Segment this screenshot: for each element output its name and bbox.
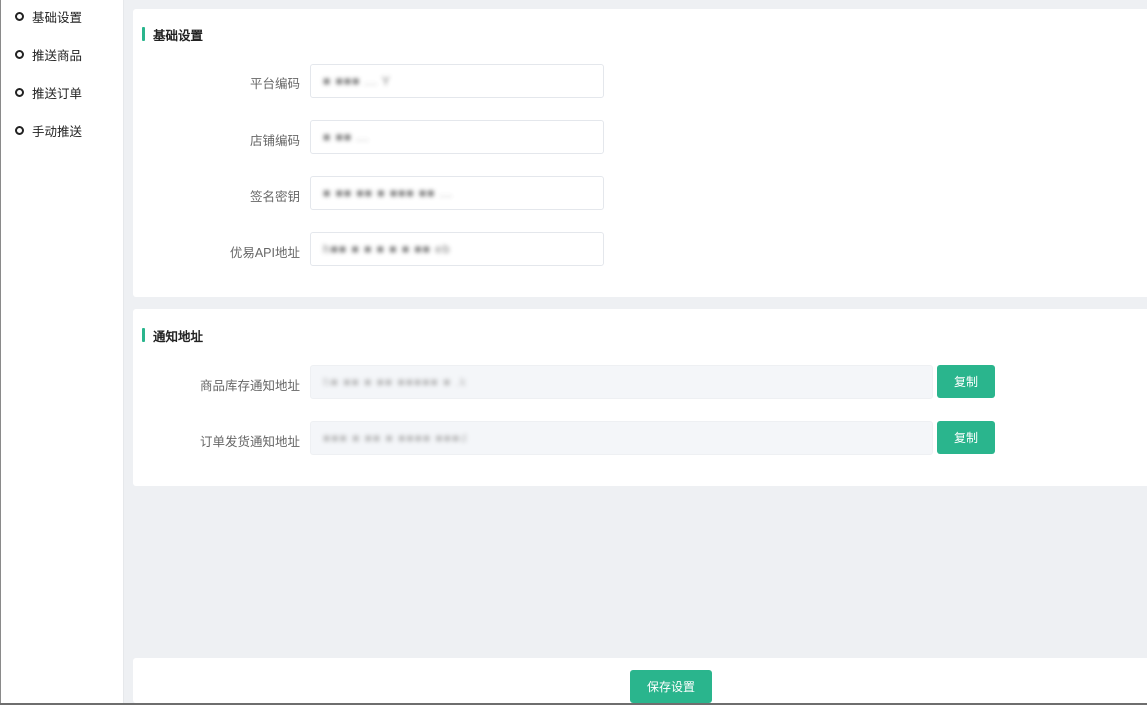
section-accent-bar (142, 27, 145, 41)
circle-icon (15, 11, 24, 21)
sidebar-item-label: 推送订单 (32, 86, 83, 101)
basic-settings-card: 基础设置 平台编码 ■ ■■■ ... Y 店铺编码 ■ ■■ ... 签名密钥… (133, 9, 1147, 297)
save-settings-button[interactable]: 保存设置 (630, 670, 712, 703)
shipping-notify-url-label: 订单发货通知地址 (199, 435, 300, 449)
stock-notify-url-label: 商品库存通知地址 (199, 379, 300, 393)
shipping-notify-url-input[interactable]: ■■■ ■ ■■ ■ ■■■■ ■■■d (310, 421, 933, 455)
copy-stock-url-button[interactable]: 复制 (937, 365, 995, 398)
sidebar-item-basic-settings[interactable]: 基础设置 (15, 6, 82, 26)
section-title: 基础设置 (142, 27, 203, 43)
footer-bar: 保存设置 (133, 658, 1147, 703)
circle-icon (15, 87, 24, 97)
notify-address-card: 通知地址 商品库存通知地址 h■ ■■ ■ ■■ ■■■■■ ■ .k 复制 订… (133, 309, 1147, 486)
sidebar-item-push-products[interactable]: 推送商品 (15, 44, 82, 64)
platform-code-input[interactable]: ■ ■■■ ... Y (310, 64, 604, 98)
copy-shipping-url-button[interactable]: 复制 (937, 421, 995, 454)
section-accent-bar (142, 328, 145, 342)
circle-icon (15, 125, 24, 135)
sidebar-item-label: 推送商品 (32, 48, 83, 63)
stock-notify-url-input[interactable]: h■ ■■ ■ ■■ ■■■■■ ■ .k (310, 365, 933, 399)
section-title: 通知地址 (142, 328, 203, 344)
signature-key-label: 签名密钥 (249, 190, 300, 204)
api-address-input[interactable]: h■■ ■ ■ ■ ■ ■ ■■ eb (310, 232, 604, 266)
store-code-input[interactable]: ■ ■■ ... (310, 120, 604, 154)
store-code-label: 店铺编码 (249, 134, 300, 148)
sidebar-item-label: 基础设置 (32, 10, 83, 25)
api-address-label: 优易API地址 (229, 246, 300, 260)
circle-icon (15, 49, 24, 59)
sidebar-item-push-orders[interactable]: 推送订单 (15, 82, 82, 102)
sidebar-item-manual-push[interactable]: 手动推送 (15, 120, 82, 140)
signature-key-input[interactable]: ■ ■■ ■■ ■ ■■■ ■■ ... (310, 176, 604, 210)
sidebar-item-label: 手动推送 (32, 124, 83, 139)
sidebar: 基础设置 推送商品 推送订单 手动推送 (1, 0, 124, 703)
platform-code-label: 平台编码 (249, 77, 300, 91)
